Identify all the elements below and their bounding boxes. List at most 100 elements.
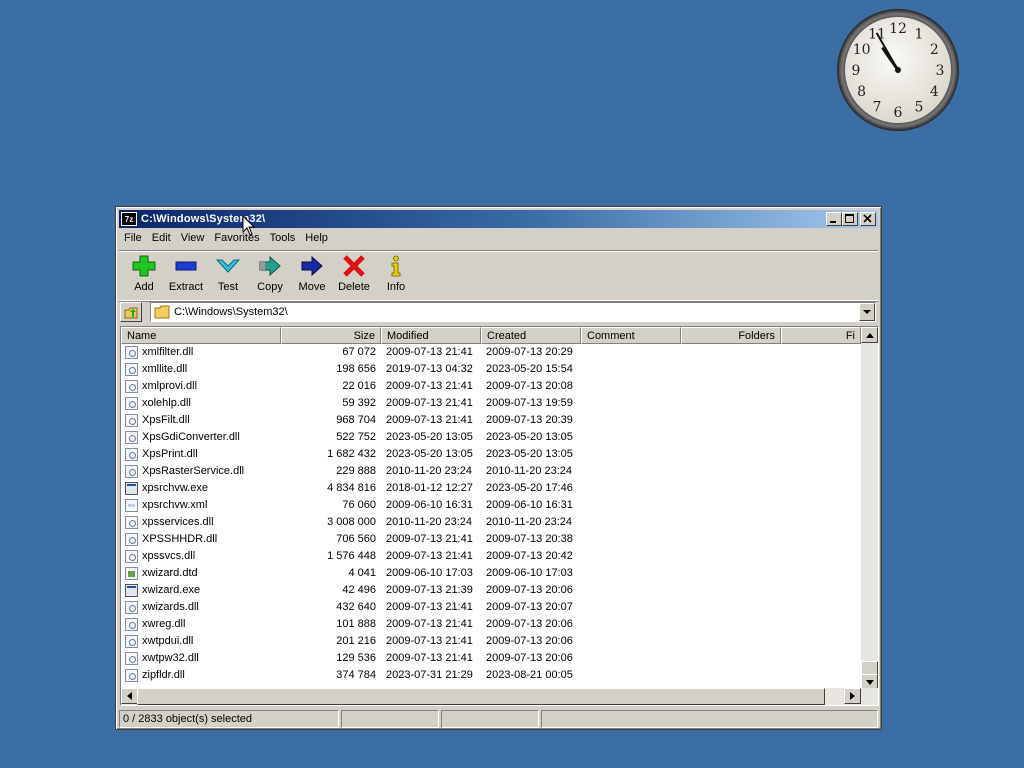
file-size: 67 072	[342, 346, 376, 358]
title-bar[interactable]: 7z C:\Windows\System32\	[119, 210, 878, 228]
table-row[interactable]: xwizard.exe 42 496 2009-07-13 21:39 2009-07…	[121, 582, 861, 599]
horizontal-scrollbar[interactable]	[121, 688, 878, 705]
file-folders	[681, 582, 781, 599]
up-folder-button[interactable]	[120, 302, 142, 322]
scroll-right-button[interactable]	[844, 688, 861, 704]
file-comment	[581, 565, 681, 582]
file-folders	[681, 616, 781, 633]
file-modified: 2009-07-13 21:41	[386, 635, 473, 647]
maximize-icon	[845, 214, 854, 223]
file-files	[781, 361, 861, 378]
table-row[interactable]: XpsPrint.dll 1 682 432 2023-05-20 13:05 202…	[121, 446, 861, 463]
table-row[interactable]: XpsGdiConverter.dll 522 752 2023-05-20 13:…	[121, 429, 861, 446]
table-row[interactable]: xpsrchvw.exe 4 834 816 2018-01-12 12:27 202…	[121, 480, 861, 497]
file-modified: 2009-07-13 21:41	[386, 397, 473, 409]
close-button[interactable]	[860, 212, 876, 226]
file-name-cell: xmllite.dll	[121, 361, 281, 378]
status-bar: 0 / 2833 object(s) selected	[119, 710, 878, 728]
path-combobox[interactable]: C:\Windows\System32\	[150, 302, 876, 322]
table-row[interactable]: XPSSHHDR.dll 706 560 2009-07-13 21:41 2009-…	[121, 531, 861, 548]
horizontal-scroll-thumb[interactable]	[137, 688, 825, 705]
copy-arrow-icon	[259, 255, 281, 277]
vertical-scroll-thumb[interactable]	[861, 661, 878, 675]
file-comment	[581, 344, 681, 361]
menu-tools[interactable]: Tools	[265, 229, 301, 248]
column-header-modified[interactable]: Modified	[381, 327, 481, 344]
file-size: 1 682 432	[327, 448, 376, 460]
file-comment	[581, 412, 681, 429]
menu-favorites[interactable]: Favorites	[209, 229, 264, 248]
menu-file[interactable]: File	[119, 229, 147, 248]
file-files	[781, 446, 861, 463]
file-files	[781, 395, 861, 412]
file-name-cell: xolehlp.dll	[121, 395, 281, 412]
dll-file-icon	[125, 448, 138, 461]
file-files	[781, 565, 861, 582]
table-row[interactable]: xpsrchvw.xml 76 060 2009-06-10 16:31 2009-0…	[121, 497, 861, 514]
extract-button[interactable]: Extract	[165, 251, 207, 297]
file-name-cell: xmlfilter.dll	[121, 344, 281, 361]
menu-view[interactable]: View	[176, 229, 210, 248]
status-panel-4	[541, 710, 878, 728]
column-header-comment[interactable]: Comment	[581, 327, 681, 344]
file-files	[781, 531, 861, 548]
move-button[interactable]: Move	[291, 251, 333, 297]
file-comment	[581, 582, 681, 599]
delete-button[interactable]: Delete	[333, 251, 375, 297]
dtd-file-icon	[125, 567, 138, 580]
file-name-cell: xpsservices.dll	[121, 514, 281, 531]
file-list[interactable]: Name Size Modified Created Comment Folde…	[120, 326, 879, 706]
table-row[interactable]: xmlfilter.dll 67 072 2009-07-13 21:41 2009-…	[121, 344, 861, 361]
maximize-button[interactable]	[842, 212, 858, 226]
file-name: xmlfilter.dll	[142, 346, 194, 358]
table-row[interactable]: zipfldr.dll 374 784 2023-07-31 21:29 2023-0…	[121, 667, 861, 684]
file-folders	[681, 344, 781, 361]
scroll-up-button[interactable]	[861, 327, 878, 343]
menu-help[interactable]: Help	[300, 229, 333, 248]
file-files	[781, 599, 861, 616]
test-label: Test	[217, 281, 239, 293]
file-comment	[581, 378, 681, 395]
column-header-size[interactable]: Size	[281, 327, 381, 344]
menu-edit[interactable]: Edit	[147, 229, 176, 248]
file-size: 4 834 816	[327, 482, 376, 494]
file-created: 2023-05-20 17:46	[486, 482, 573, 494]
file-modified: 2009-07-13 21:41	[386, 652, 473, 664]
column-header-name[interactable]: Name	[121, 327, 281, 344]
table-row[interactable]: xwizard.dtd 4 041 2009-06-10 17:03 2009-06-…	[121, 565, 861, 582]
table-row[interactable]: xwreg.dll 101 888 2009-07-13 21:41 2009-07-…	[121, 616, 861, 633]
dll-file-icon	[125, 635, 138, 648]
column-header-files[interactable]: Fi	[781, 327, 861, 344]
table-row[interactable]: xmlprovi.dll 22 016 2009-07-13 21:41 2009-0…	[121, 378, 861, 395]
table-row[interactable]: xpsservices.dll 3 008 000 2010-11-20 23:24…	[121, 514, 861, 531]
add-button[interactable]: Add	[123, 251, 165, 297]
vertical-scrollbar[interactable]	[861, 327, 878, 691]
table-row[interactable]: xwtpw32.dll 129 536 2009-07-13 21:41 2009-0…	[121, 650, 861, 667]
table-row[interactable]: xolehlp.dll 59 392 2009-07-13 21:41 2009-07…	[121, 395, 861, 412]
info-button[interactable]: Info	[375, 251, 417, 297]
dll-file-icon	[125, 397, 138, 410]
app-icon: 7z	[121, 212, 137, 226]
file-created: 2009-07-13 20:08	[486, 380, 573, 392]
table-row[interactable]: xwtpdui.dll 201 216 2009-07-13 21:41 2009-0…	[121, 633, 861, 650]
file-created: 2023-05-20 13:05	[486, 431, 573, 443]
column-header-folders[interactable]: Folders	[681, 327, 781, 344]
file-name: xwtpw32.dll	[142, 652, 199, 664]
column-header-created[interactable]: Created	[481, 327, 581, 344]
copy-button[interactable]: Copy	[249, 251, 291, 297]
table-row[interactable]: xmllite.dll 198 656 2019-07-13 04:32 2023-0…	[121, 361, 861, 378]
minimize-button[interactable]	[826, 212, 842, 226]
status-selection: 0 / 2833 object(s) selected	[119, 710, 339, 728]
file-folders	[681, 412, 781, 429]
file-created: 2009-07-13 20:06	[486, 652, 573, 664]
file-folders	[681, 650, 781, 667]
table-row[interactable]: XpsFilt.dll 968 704 2009-07-13 21:41 2009-0…	[121, 412, 861, 429]
table-row[interactable]: XpsRasterService.dll 229 888 2010-11-20 23…	[121, 463, 861, 480]
scroll-left-button[interactable]	[121, 688, 138, 704]
file-files	[781, 548, 861, 565]
path-dropdown-button[interactable]	[859, 303, 875, 321]
move-label: Move	[298, 281, 326, 293]
table-row[interactable]: xpssvcs.dll 1 576 448 2009-07-13 21:41 2009…	[121, 548, 861, 565]
table-row[interactable]: xwizards.dll 432 640 2009-07-13 21:41 2009-…	[121, 599, 861, 616]
test-button[interactable]: Test	[207, 251, 249, 297]
